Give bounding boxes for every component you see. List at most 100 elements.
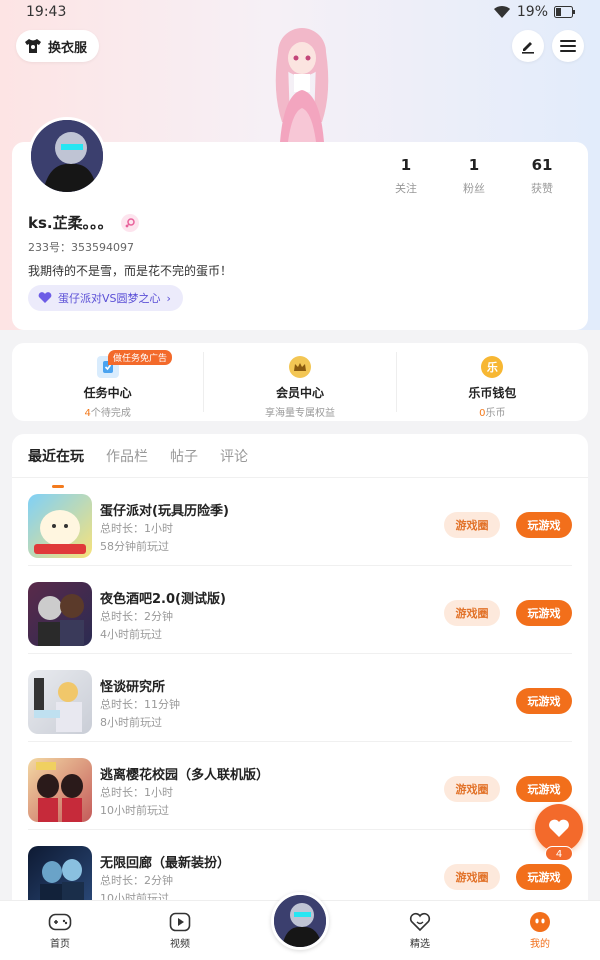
member-center-title: 会员中心 — [275, 386, 324, 400]
username: ks.芷柔。。。 — [28, 214, 113, 232]
tab-comments[interactable]: 评论 — [220, 446, 248, 477]
user-id: 233号：353594097 — [28, 241, 134, 254]
game-duration: 总时长：1小时 — [100, 786, 173, 799]
wallet[interactable]: 乐 乐币钱包 0乐币 — [395, 352, 588, 419]
status-time: 19:43 — [26, 4, 67, 20]
stat-likes[interactable]: 61 获赞 — [508, 156, 576, 196]
task-center-sub: 4个待完成 — [12, 404, 203, 419]
game-circle-button[interactable]: 游戏圈 — [444, 864, 500, 890]
game-duration: 总时长：1小时 — [100, 522, 173, 535]
game-duration: 总时长：2分钟 — [100, 874, 173, 887]
game-name: 夜色酒吧2.0(测试版) — [100, 592, 226, 607]
stat-followers[interactable]: 1 粉丝 — [440, 156, 508, 196]
game-thumbnail — [28, 758, 92, 822]
video-play-icon — [169, 912, 191, 932]
wallet-title: 乐币钱包 — [468, 386, 517, 400]
nav-featured[interactable]: 精选 — [360, 901, 480, 960]
like-fab-count: 4 — [545, 846, 573, 861]
task-ad-badge: 做任务免广告 — [108, 350, 173, 365]
stat-likes-label: 获赞 — [531, 182, 553, 195]
avatar-character-figure[interactable] — [250, 22, 354, 142]
game-thumbnail — [28, 494, 92, 558]
game-circle-button[interactable]: 游戏圈 — [444, 512, 500, 538]
game-name: 蛋仔派对(玩具历险季) — [100, 504, 229, 519]
game-row[interactable]: 逃离樱花校园（多人联机版） 总时长：1小时 10小时前玩过 游戏圈 玩游戏 — [28, 742, 572, 830]
game-row[interactable]: 蛋仔派对(玩具历险季) 总时长：1小时 58分钟前玩过 游戏圈 玩游戏 — [28, 478, 572, 566]
game-duration: 总时长：2分钟 — [100, 610, 173, 623]
nav-home-label: 首页 — [50, 939, 70, 950]
play-game-button[interactable]: 玩游戏 — [516, 512, 572, 538]
stat-followers-label: 粉丝 — [463, 182, 485, 195]
nav-home[interactable]: 首页 — [0, 901, 120, 960]
member-center-sub: 享海量专属权益 — [264, 408, 335, 419]
battery-percent: 19% — [516, 4, 548, 20]
profile-stats: 1 关注 1 粉丝 61 获赞 — [372, 156, 576, 196]
profile-tag-chip[interactable]: 蛋仔派对VS圆梦之心 › — [28, 285, 183, 311]
chevron-right-icon: › — [166, 291, 171, 305]
nav-center-avatar[interactable] — [271, 892, 329, 950]
content-tabs: 最近在玩 作品栏 帖子 评论 — [12, 434, 588, 488]
game-last-played: 4小时前玩过 — [100, 628, 162, 641]
game-last-played: 8小时前玩过 — [100, 716, 162, 729]
nav-mine[interactable]: 我的 — [480, 901, 600, 960]
game-name: 无限回廊（最新装扮） — [100, 856, 231, 871]
task-center-title: 任务中心 — [83, 386, 132, 400]
wallet-unit: 乐币 — [485, 408, 506, 419]
like-fab-button[interactable] — [535, 804, 583, 852]
nav-video[interactable]: 视频 — [120, 901, 240, 960]
task-center[interactable]: 做任务免广告 任务中心 4个待完成 — [12, 350, 203, 419]
profile-tag-label: 蛋仔派对VS圆梦之心 — [58, 292, 161, 305]
game-last-played: 58分钟前玩过 — [100, 540, 169, 553]
wifi-icon — [493, 5, 510, 18]
game-circle-button[interactable]: 游戏圈 — [444, 600, 500, 626]
play-game-button[interactable]: 玩游戏 — [516, 864, 572, 890]
username-row: ks.芷柔。。。 — [28, 212, 139, 233]
game-thumbnail — [28, 582, 92, 646]
task-pending-label: 个待完成 — [90, 408, 131, 419]
game-row[interactable]: 夜色酒吧2.0(测试版) 总时长：2分钟 4小时前玩过 游戏圈 玩游戏 — [28, 566, 572, 654]
hamburger-menu-icon — [560, 40, 576, 52]
game-name: 怪谈研究所 — [100, 680, 166, 695]
heart-outline-icon — [409, 912, 431, 932]
gamepad-icon — [48, 913, 72, 931]
tab-recent-played[interactable]: 最近在玩 — [28, 446, 84, 488]
edit-pen-icon — [522, 42, 534, 54]
profile-avatar[interactable] — [28, 117, 106, 195]
tab-works[interactable]: 作品栏 — [106, 446, 148, 477]
stat-following-label: 关注 — [395, 182, 417, 195]
game-duration: 总时长：11分钟 — [100, 698, 180, 711]
play-game-button[interactable]: 玩游戏 — [516, 600, 572, 626]
edit-button[interactable] — [512, 30, 544, 62]
stat-followers-value: 1 — [468, 156, 480, 174]
shirt-icon — [25, 39, 41, 53]
female-gender-icon — [120, 213, 139, 232]
game-name: 逃离樱花校园（多人联机版） — [100, 768, 270, 783]
menu-button[interactable] — [552, 30, 584, 62]
tab-posts[interactable]: 帖子 — [170, 446, 198, 477]
crown-icon — [288, 356, 311, 378]
member-center[interactable]: 会员中心 享海量专属权益 — [203, 352, 395, 419]
stat-likes-value: 61 — [531, 156, 553, 174]
battery-icon — [554, 6, 575, 18]
game-thumbnail — [28, 670, 92, 734]
play-game-button[interactable]: 玩游戏 — [516, 776, 572, 802]
play-game-button[interactable]: 玩游戏 — [516, 688, 572, 714]
stat-following[interactable]: 1 关注 — [372, 156, 440, 196]
change-outfit-button[interactable]: 换衣服 — [16, 30, 100, 62]
heart-icon — [549, 819, 569, 837]
purple-heart-icon — [38, 292, 52, 303]
coin-icon: 乐 — [481, 356, 504, 378]
stat-following-value: 1 — [400, 156, 412, 174]
change-outfit-label: 换衣服 — [48, 40, 88, 56]
nav-mine-label: 我的 — [530, 939, 550, 950]
game-circle-button[interactable]: 游戏圈 — [444, 776, 500, 802]
quick-entry-card: 做任务免广告 任务中心 4个待完成 会员中心 享海量专属权益 乐 乐币钱包 0乐… — [12, 343, 588, 421]
nav-video-label: 视频 — [170, 939, 190, 950]
game-row[interactable]: 怪谈研究所 总时长：11分钟 8小时前玩过 玩游戏 — [28, 654, 572, 742]
user-bio: 我期待的不是雪，而是花不完的蛋币！ — [28, 264, 233, 278]
smiley-icon — [530, 912, 550, 932]
content-card: 最近在玩 作品栏 帖子 评论 蛋仔派对(玩具历险季) 总时长：1小时 58分钟前… — [12, 434, 588, 934]
nav-featured-label: 精选 — [410, 939, 430, 950]
wallet-sub: 0乐币 — [397, 404, 588, 419]
game-last-played: 10小时前玩过 — [100, 804, 169, 817]
